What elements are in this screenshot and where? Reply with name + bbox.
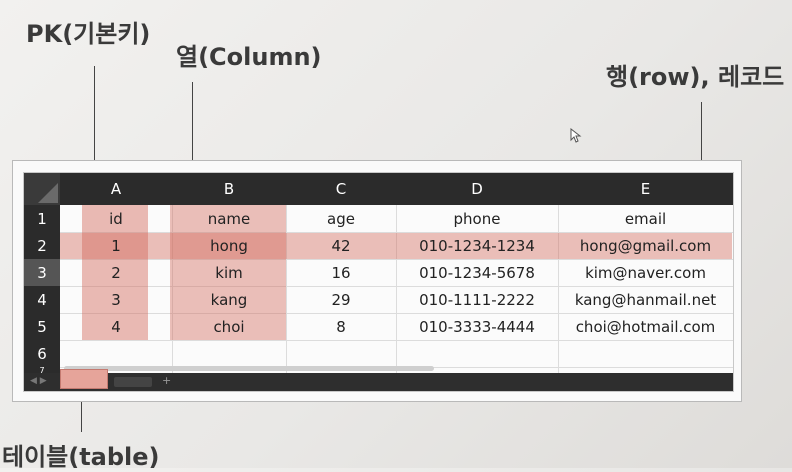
table-cell[interactable]: 3 [60,286,172,313]
table-cell[interactable]: hong [172,232,286,259]
column-header-e[interactable]: E [558,173,733,205]
cell-header-name[interactable]: name [172,205,286,232]
row-header-4[interactable]: 4 [24,286,60,314]
table-cell[interactable]: kang [172,286,286,313]
table-cell[interactable]: 1 [60,232,172,259]
table-cell[interactable]: 29 [286,286,396,313]
cell-header-email[interactable]: email [558,205,733,232]
column-header-d[interactable]: D [396,173,559,205]
cell-header-age[interactable]: age [286,205,396,232]
row-header-3[interactable]: 3 [24,259,60,287]
sheet-tab-bar: ◀ ▶ + [24,369,733,391]
cell-header-id[interactable]: id [60,205,172,232]
table-callout-label: 테이블(table) [2,443,160,471]
table-cell[interactable]: 16 [286,259,396,286]
table-cell[interactable]: kim [172,259,286,286]
table-cell[interactable]: 2 [60,259,172,286]
table-cell[interactable]: choi [172,313,286,340]
row-header-5[interactable]: 5 [24,313,60,341]
table-cell[interactable]: 4 [60,313,172,340]
chevron-left-right-icon[interactable]: ◀ ▶ [30,376,47,386]
column-header-a[interactable]: A [60,173,173,205]
pk-callout-label: PK(기본키) [26,20,151,48]
table-cell[interactable]: kang@hanmail.net [558,286,733,313]
table-cell[interactable]: kim@naver.com [558,259,733,286]
table-cell[interactable]: choi@hotmail.com [558,313,733,340]
table-cell[interactable]: 8 [286,313,396,340]
column-header-c[interactable]: C [286,173,397,205]
cell-header-phone[interactable]: phone [396,205,558,232]
sheet-tab-active[interactable] [60,369,108,389]
column-callout-label: 열(Column) [176,43,322,71]
table-cell[interactable]: 010-1234-1234 [396,232,558,259]
select-all-corner[interactable] [24,173,60,205]
mouse-pointer-icon [570,128,582,143]
horizontal-scrollbar[interactable] [64,366,434,371]
sheet-tab[interactable] [114,377,152,387]
spreadsheet-table: A B C D E 1 2 3 4 5 6 7 id name age phon… [23,172,734,392]
plus-icon[interactable]: + [162,374,171,387]
table-cell[interactable]: 010-1234-5678 [396,259,558,286]
row-callout-label: 행(row), 레코드 [606,63,785,91]
row-header-2[interactable]: 2 [24,232,60,260]
row-header-6[interactable]: 6 [24,340,60,368]
table-cell[interactable]: 010-3333-4444 [396,313,558,340]
row-header-1[interactable]: 1 [24,205,60,233]
column-header-b[interactable]: B [172,173,287,205]
table-cell[interactable]: hong@gmail.com [558,232,733,259]
table-cell[interactable]: 010-1111-2222 [396,286,558,313]
table-cell[interactable]: 42 [286,232,396,259]
